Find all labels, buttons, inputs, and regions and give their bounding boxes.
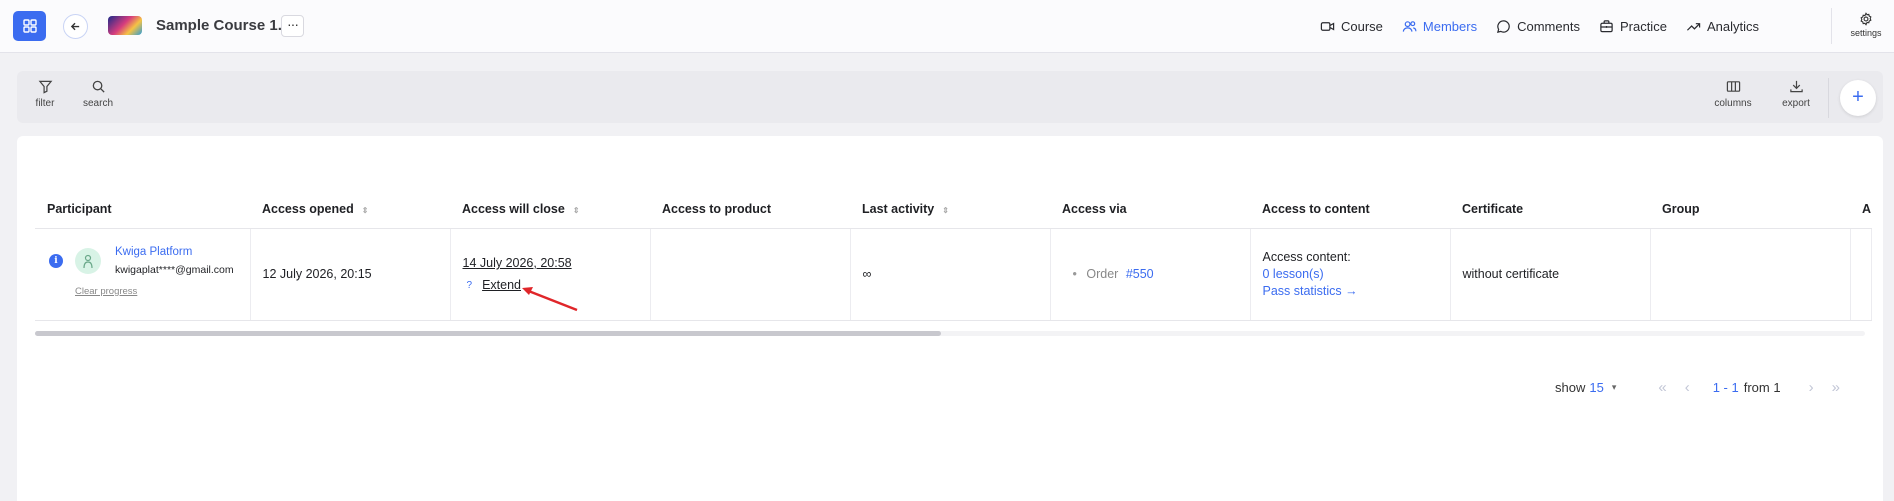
nav-comments-label: Comments <box>1517 18 1580 34</box>
more-options-button[interactable]: ··· <box>281 15 304 37</box>
participant-email: kwigaplat****@gmail.com <box>115 263 234 276</box>
filter-icon <box>38 80 52 94</box>
nav-practice-label: Practice <box>1619 18 1667 34</box>
nav-members[interactable]: Members <box>1402 19 1477 34</box>
sort-icon[interactable]: ⇕ <box>362 206 369 215</box>
nav-analytics-label: Analytics <box>1706 18 1759 34</box>
participant-name[interactable]: Kwiga Platform <box>115 246 192 258</box>
lessons-link[interactable]: 0 lesson(s) <box>1263 267 1450 281</box>
group-cell <box>1650 228 1851 321</box>
nav-practice[interactable]: Practice <box>1599 19 1667 34</box>
sort-icon[interactable]: ⇕ <box>942 206 949 215</box>
columns-icon <box>1726 81 1740 92</box>
first-page-icon[interactable]: « <box>1658 379 1666 396</box>
column-header-access-product: Access to product <box>650 190 850 229</box>
access-via-prefix: Order <box>1086 267 1119 281</box>
course-thumbnail <box>108 16 142 35</box>
nav-members-label: Members <box>1422 18 1478 34</box>
nav-course[interactable]: Course <box>1320 19 1383 34</box>
divider <box>1828 78 1829 118</box>
per-page-select[interactable]: 15 <box>1589 380 1603 395</box>
access-close-date[interactable]: 14 July 2026, 20:58 <box>463 256 650 270</box>
page-range: 1 - 1 <box>1712 380 1739 395</box>
access-content-cell: Access content: 0 lesson(s) Pass statist… <box>1250 228 1451 321</box>
columns-button[interactable]: columns <box>1711 79 1755 109</box>
nav-analytics[interactable]: Analytics <box>1686 19 1759 34</box>
sort-icon[interactable]: ⇕ <box>573 206 580 215</box>
table-toolbar: filter search columns export <box>17 71 1883 123</box>
info-icon[interactable]: i <box>49 253 63 268</box>
briefcase-icon <box>1600 19 1613 32</box>
pagination: show 15 ▾ « ‹ 1 - 1 from 1 › » <box>1555 379 1840 396</box>
search-button[interactable]: search <box>81 79 115 109</box>
search-label: search <box>82 98 113 109</box>
column-header-truncated: A <box>1850 190 1872 229</box>
users-icon <box>1402 20 1417 32</box>
table-row: i Kwiga Platform kwigaplat****@gmail.com… <box>35 228 1872 321</box>
clear-progress-link[interactable]: Clear progress <box>75 286 137 297</box>
top-navigation: Course Members Comments Practice Analyti… <box>1320 16 1778 36</box>
next-page-icon[interactable]: › <box>1809 379 1814 396</box>
extend-button[interactable]: Extend <box>482 278 521 292</box>
column-header-access-via: Access via <box>1050 190 1250 229</box>
pass-statistics-link[interactable]: Pass statistics → <box>1263 284 1450 298</box>
download-icon <box>1789 80 1803 93</box>
column-header-group: Group <box>1650 190 1850 229</box>
trend-icon <box>1686 22 1701 31</box>
arrow-left-icon <box>70 22 80 31</box>
nav-comments[interactable]: Comments <box>1496 19 1580 34</box>
apps-grid-button[interactable] <box>13 11 46 41</box>
chevron-down-icon[interactable]: ▾ <box>1612 382 1617 393</box>
columns-label: columns <box>1714 98 1752 109</box>
last-page-icon[interactable]: » <box>1832 379 1840 396</box>
course-title: Sample Course 1.0 <box>156 17 291 34</box>
export-button[interactable]: export <box>1779 79 1813 109</box>
avatar <box>75 247 101 274</box>
page-total: from 1 <box>1743 380 1781 395</box>
table-header-row: Participant Access opened ⇕ Access will c… <box>35 190 1872 229</box>
show-label: show <box>1555 380 1586 395</box>
column-header-certificate: Certificate <box>1450 190 1650 229</box>
gear-icon <box>1860 12 1872 26</box>
column-header-last-activity[interactable]: Last activity ⇕ <box>850 190 1050 229</box>
order-link[interactable]: #550 <box>1126 267 1154 281</box>
column-header-access-close[interactable]: Access will close ⇕ <box>450 190 650 229</box>
export-label: export <box>1782 98 1810 109</box>
search-icon <box>92 80 105 93</box>
help-icon[interactable]: ? <box>467 280 473 291</box>
nav-course-label: Course <box>1341 18 1383 34</box>
participant-cell: i Kwiga Platform kwigaplat****@gmail.com… <box>35 229 250 320</box>
user-avatar-icon <box>83 254 93 268</box>
prev-page-icon[interactable]: ‹ <box>1685 379 1690 396</box>
filter-button[interactable]: filter <box>30 79 60 109</box>
access-content-label: Access content: <box>1262 250 1351 264</box>
video-icon <box>1320 21 1335 31</box>
column-header-participant: Participant <box>35 190 250 229</box>
divider <box>1831 8 1832 44</box>
filter-label: filter <box>35 98 55 109</box>
settings-label: settings <box>1850 28 1882 38</box>
members-table: Participant Access opened ⇕ Access will c… <box>35 190 1872 321</box>
annotation-arrow <box>522 287 578 312</box>
last-activity-cell: ∞ <box>850 228 1051 321</box>
add-member-button[interactable]: + <box>1840 80 1876 116</box>
settings-button[interactable]: settings <box>1846 12 1886 38</box>
truncated-cell <box>1850 228 1872 321</box>
back-button[interactable] <box>63 14 88 39</box>
access-product-cell <box>650 228 851 321</box>
access-opened-cell: 12 July 2026, 20:15 <box>250 228 451 321</box>
grid-icon <box>22 19 37 33</box>
column-header-access-content: Access to content <box>1250 190 1450 229</box>
comment-icon <box>1497 19 1510 33</box>
certificate-cell: without certificate <box>1450 228 1651 321</box>
column-header-access-opened[interactable]: Access opened ⇕ <box>250 190 450 229</box>
scrollbar-thumb[interactable] <box>35 331 941 336</box>
access-via-cell: • Order #550 <box>1050 228 1251 321</box>
top-bar: Sample Course 1.0 ··· Course Members Com… <box>0 0 1894 53</box>
